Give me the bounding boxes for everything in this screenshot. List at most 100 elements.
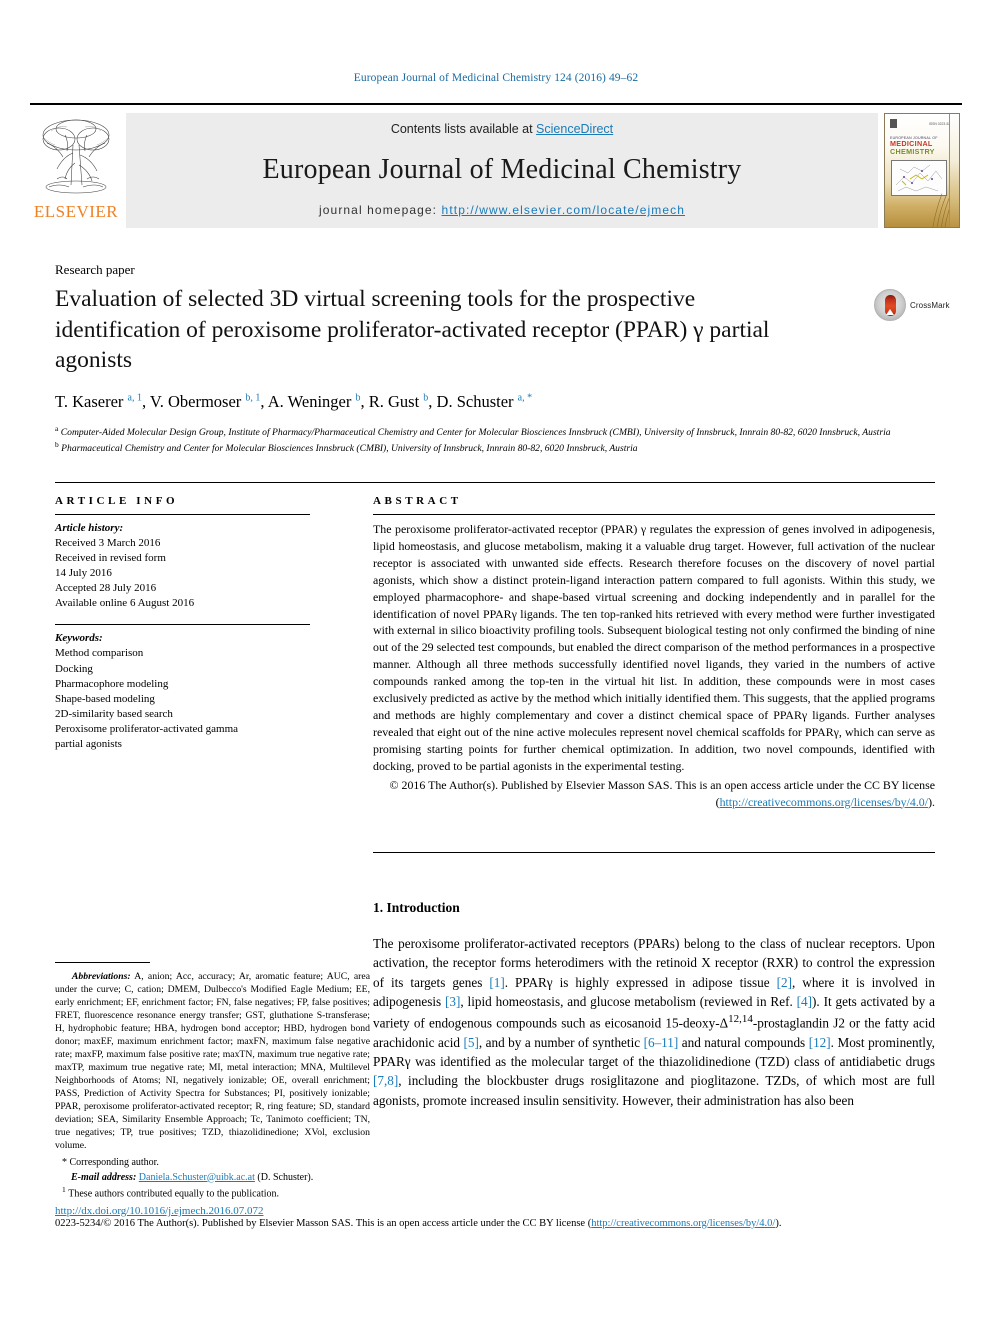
journal-homepage-link[interactable]: http://www.elsevier.com/locate/ejmech	[442, 203, 685, 217]
contents-prefix: Contents lists available at	[390, 122, 537, 136]
journal-homepage-line: journal homepage: http://www.elsevier.co…	[319, 203, 685, 217]
cover-molecule-image	[891, 160, 947, 196]
homepage-prefix: journal homepage:	[319, 203, 442, 217]
doi-link[interactable]: http://dx.doi.org/10.1016/j.ejmech.2016.…	[55, 1205, 263, 1217]
footnote-list: * Corresponding author. E-mail address: …	[55, 1156, 370, 1202]
title-block: Evaluation of selected 3D virtual screen…	[55, 284, 825, 376]
citation-ref[interactable]: [4]	[797, 994, 812, 1009]
keyword-item: Pharmacophore modeling	[55, 677, 169, 690]
page-footer: http://dx.doi.org/10.1016/j.ejmech.2016.…	[55, 1205, 955, 1229]
journal-band: Contents lists available at ScienceDirec…	[126, 113, 878, 228]
page-title: Evaluation of selected 3D virtual screen…	[55, 286, 770, 374]
article-history-label: Article history:	[55, 522, 124, 534]
abstract-text: The peroxisome proliferator-activated re…	[373, 522, 935, 773]
asterisk-icon: *	[62, 1157, 67, 1168]
copyright-tail: ).	[928, 794, 935, 809]
citation-ref[interactable]: [12]	[809, 1035, 831, 1050]
affiliation-b: b Pharmaceutical Chemistry and Center fo…	[55, 439, 638, 454]
cover-topbar: ISSN 0223-5234	[890, 119, 954, 128]
paragraph-text: and natural compounds	[678, 1034, 809, 1050]
journal-article-page: European Journal of Medicinal Chemistry …	[0, 0, 992, 1323]
journal-title: European Journal of Medicinal Chemistry	[262, 153, 742, 185]
history-item: 14 July 2016	[55, 567, 112, 580]
info-section-top-rule	[55, 482, 935, 483]
running-head: European Journal of Medicinal Chemistry …	[353, 72, 639, 84]
abstract-copyright: © 2016 The Author(s). Published by Elsev…	[373, 777, 935, 811]
keywords-block: Keywords: Method comparison Docking Phar…	[55, 624, 310, 752]
article-type-label: Research paper	[55, 262, 135, 277]
keywords-rule	[55, 624, 310, 626]
keyword-item: 2D-similarity based search	[55, 707, 173, 720]
introduction-section: 1. Introduction The peroxisome prolifera…	[373, 900, 935, 1110]
equal-contribution-note: 1 These authors contributed equally to t…	[55, 1185, 370, 1202]
article-info-rule	[55, 514, 310, 515]
keyword-item: partial agonists	[55, 737, 122, 750]
article-info-column: ARTICLE INFO Article history: Received 3…	[55, 495, 310, 752]
superscript: 12,14	[728, 1013, 753, 1026]
equal-contribution-text: These authors contributed equally to the…	[68, 1188, 280, 1200]
crossmark-label: CrossMark	[910, 300, 950, 310]
crossmark-badge[interactable]: CrossMark	[874, 288, 966, 322]
issn-copyright-line: 0223-5234/© 2016 The Author(s). Publishe…	[55, 1218, 955, 1229]
issn-prefix: 0223-5234/© 2016 The Author(s). Publishe…	[55, 1218, 592, 1229]
issn-tail: ).	[775, 1218, 782, 1229]
paragraph-text: , including the blockbuster drugs rosigl…	[373, 1073, 935, 1108]
footnotes-block: Abbreviations: A, anion; Acc, accuracy; …	[55, 970, 370, 1202]
abstract-column: ABSTRACT The peroxisome proliferator-act…	[373, 495, 935, 810]
abstract-heading: ABSTRACT	[373, 495, 462, 507]
keywords-label: Keywords:	[55, 632, 103, 645]
history-item: Accepted 28 July 2016	[55, 582, 157, 595]
crossmark-icon	[874, 289, 906, 321]
abstract-bottom-rule	[373, 852, 935, 853]
citation-ref[interactable]: [1]	[489, 975, 504, 990]
citation-ref[interactable]: [2]	[777, 975, 792, 990]
keyword-item: Docking	[55, 662, 93, 675]
abbreviations-label: Abbreviations:	[71, 971, 131, 982]
email-note: E-mail address: Daniela.Schuster@uibk.ac…	[55, 1171, 370, 1186]
citation-ref[interactable]: [6–11]	[644, 1035, 679, 1050]
cover-journal-title: EUROPEAN JOURNAL OF MEDICINAL CHEMISTRY	[890, 136, 955, 156]
contents-line: Contents lists available at ScienceDirec…	[391, 122, 613, 136]
corresponding-author-text: Corresponding author.	[69, 1157, 159, 1168]
keyword-item: Method comparison	[55, 647, 144, 660]
footnote-marker-1: 1	[62, 1185, 66, 1194]
abstract-rule	[373, 514, 935, 515]
citation-ref[interactable]: [5]	[463, 1035, 478, 1050]
journal-masthead: ELSEVIER Contents lists available at Sci…	[30, 103, 962, 236]
paragraph-text: , and by a number of synthetic	[478, 1034, 644, 1050]
citation-ref[interactable]: [3]	[445, 994, 460, 1009]
elsevier-logo: ELSEVIER	[30, 105, 122, 236]
abbreviations-text: A, anion; Acc, accuracy; Ar, aromatic fe…	[55, 971, 370, 1151]
email-link[interactable]: Daniela.Schuster@uibk.ac.at	[139, 1172, 255, 1183]
corresponding-author-note: * Corresponding author.	[55, 1156, 370, 1171]
history-item: Received 3 March 2016	[55, 537, 161, 550]
citation-ref[interactable]: [7,8]	[373, 1073, 398, 1088]
abbreviations-note: Abbreviations: A, anion; Acc, accuracy; …	[55, 970, 370, 1152]
article-history-block: Article history: Received 3 March 2016 R…	[55, 521, 310, 611]
email-label: E-mail address:	[71, 1171, 137, 1183]
cover-title-line3: CHEMISTRY	[890, 147, 935, 157]
sciencedirect-link[interactable]: ScienceDirect	[536, 122, 613, 136]
footer-cc-link[interactable]: http://creativecommons.org/licenses/by/4…	[591, 1218, 775, 1229]
author-list: T. Kaserer a, 1, V. Obermoser b, 1, A. W…	[55, 392, 533, 411]
cc-license-link[interactable]: http://creativecommons.org/licenses/by/4…	[720, 795, 929, 809]
email-suffix: (D. Schuster).	[254, 1171, 314, 1183]
elsevier-wordmark: ELSEVIER	[33, 202, 119, 221]
affiliation-a: a Computer-Aided Molecular Design Group,…	[55, 424, 891, 439]
introduction-paragraph: The peroxisome proliferator-activated re…	[373, 934, 935, 1110]
article-info-heading: ARTICLE INFO	[55, 495, 179, 507]
footnote-rule	[55, 962, 150, 963]
cover-spine	[949, 114, 959, 227]
doi-line: http://dx.doi.org/10.1016/j.ejmech.2016.…	[55, 1205, 955, 1217]
elsevier-tree-icon	[42, 119, 110, 194]
affiliations: a Computer-Aided Molecular Design Group,…	[55, 424, 955, 456]
paragraph-text: . PPARγ is highly expressed in adipose t…	[504, 974, 777, 990]
introduction-heading: 1. Introduction	[373, 900, 460, 915]
paragraph-text: , lipid homeostasis, and glucose metabol…	[460, 993, 797, 1009]
history-item: Received in revised form	[55, 552, 166, 565]
keyword-item: Shape-based modeling	[55, 692, 155, 705]
journal-cover-thumbnail: ISSN 0223-5234 EUROPEAN JOURNAL OF MEDIC…	[884, 113, 960, 228]
history-item: Available online 6 August 2016	[55, 597, 195, 610]
keyword-item: Peroxisome proliferator-activated gamma	[55, 722, 239, 735]
cover-elsevier-icon	[890, 119, 897, 128]
